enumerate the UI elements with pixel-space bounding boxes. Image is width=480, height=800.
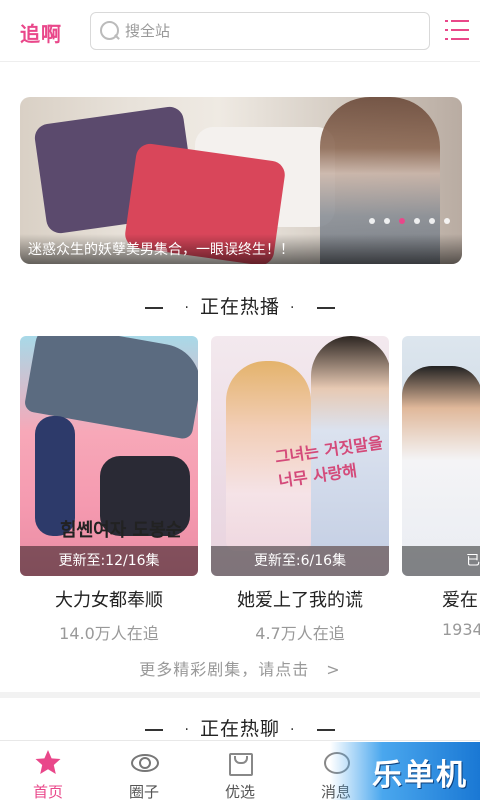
- tab-home[interactable]: 首页: [0, 741, 96, 800]
- star-icon: [35, 750, 61, 774]
- drama-title[interactable]: 爱在: [402, 586, 480, 612]
- drama-poster[interactable]: 힘쎈여자 도봉순 更新至:12/16集: [20, 336, 198, 576]
- section-title-hot-playing: · 正在热播 ·: [0, 292, 480, 319]
- banner-caption: 迷惑众生的妖孽美男集合，一眼误终生！！: [28, 242, 294, 258]
- eye-icon: [130, 749, 159, 775]
- episode-update-label: 已: [466, 553, 480, 569]
- tab-label: 圈子: [128, 783, 159, 800]
- watcher-count: 14.0万人在追: [59, 624, 159, 643]
- search-box[interactable]: [90, 12, 430, 50]
- drama-poster[interactable]: 그녀는 거짓말을 너무 사랑해 更新至:6/16集: [211, 336, 389, 576]
- drama-poster[interactable]: 已: [402, 336, 480, 576]
- watcher-count: 4.7万人在追: [255, 624, 345, 643]
- carousel-dot-active[interactable]: [399, 218, 405, 224]
- app-logo[interactable]: 追啊: [20, 18, 62, 47]
- drama-card[interactable]: 已 爱在 1934: [402, 336, 480, 639]
- carousel-dot[interactable]: [444, 218, 450, 224]
- section-title-hot-talking: · 正在热聊 ·: [0, 714, 480, 741]
- tab-label: 首页: [32, 783, 63, 800]
- tab-featured[interactable]: 优选: [192, 741, 288, 800]
- episode-update-label: 更新至:6/16集: [253, 553, 347, 569]
- tab-label: 优选: [224, 783, 255, 800]
- list-menu-icon[interactable]: [445, 20, 469, 42]
- section-divider: [0, 692, 480, 698]
- drama-title[interactable]: 她爱上了我的谎: [211, 586, 389, 612]
- watermark-text: 乐单机: [372, 758, 468, 793]
- search-input[interactable]: [125, 22, 405, 40]
- watcher-count: 1934: [442, 620, 480, 639]
- episode-update-label: 更新至:12/16集: [58, 553, 160, 569]
- tab-circle[interactable]: 圈子: [96, 741, 192, 800]
- search-icon: [99, 20, 121, 42]
- top-bar: 追啊: [0, 0, 480, 62]
- shopping-bag-icon: [226, 749, 254, 776]
- carousel-dot[interactable]: [429, 218, 435, 224]
- drama-title[interactable]: 大力女都奉顺: [20, 586, 198, 612]
- drama-card[interactable]: 그녀는 거짓말을 너무 사랑해 更新至:6/16集 她爱上了我的谎 4.7万人在…: [211, 336, 389, 644]
- poster-title-text: 힘쎈여자 도봉순: [60, 520, 183, 541]
- carousel-indicator: [369, 218, 450, 224]
- section-title-text: 正在热播: [199, 296, 280, 318]
- app-screen: 追啊 迷惑众生的妖孽美男集合，一眼误终生！！ ·正在热播·: [0, 0, 480, 800]
- carousel-dot[interactable]: [369, 218, 375, 224]
- section-title-text: 正在热聊: [199, 718, 280, 740]
- drama-card[interactable]: 힘쎈여자 도봉순 更新至:12/16集 大力女都奉顺 14.0万人在追: [20, 336, 198, 644]
- watermark-logo: 乐单机: [330, 742, 480, 800]
- banner-carousel[interactable]: 迷惑众生的妖孽美男集合，一眼误终生！！: [20, 97, 462, 264]
- more-dramas-link[interactable]: 更多精彩剧集，请点击 >: [0, 656, 480, 680]
- carousel-dot[interactable]: [384, 218, 390, 224]
- carousel-dot[interactable]: [414, 218, 420, 224]
